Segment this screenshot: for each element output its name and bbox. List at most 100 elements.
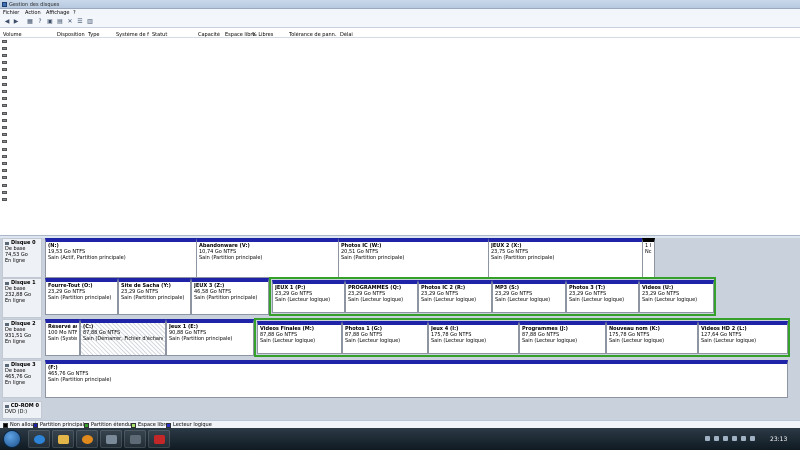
- volume-icon: [2, 97, 7, 101]
- back-icon[interactable]: ◀: [3, 18, 11, 26]
- volume-row[interactable]: Abandonware (V:)SimpleDe baseNTFSSain (P…: [0, 61, 360, 68]
- partition-fourre-tout[interactable]: Fourre-Tout (O:) 23,29 Go NTFS Sain (Par…: [45, 278, 118, 315]
- cdrom-0-label[interactable]: CD-ROM 0 DVD (D:): [2, 401, 42, 419]
- tray-app2-icon[interactable]: [750, 436, 755, 441]
- partition-n[interactable]: (N:) 19,53 Go NTFS Sain (Actif, Partitio…: [45, 238, 197, 278]
- disk-status: En ligne: [5, 380, 26, 386]
- tray-flag-icon[interactable]: [732, 436, 737, 441]
- volume-row[interactable]: JEUX 2 (X:)SimpleDe baseNTFSSain (Partit…: [0, 89, 360, 96]
- col-type[interactable]: Type: [88, 32, 113, 38]
- disk-1-label[interactable]: Disque 1 De base 232,88 Go En ligne: [2, 278, 42, 318]
- volume-row[interactable]: Fourre-Tout (O:)SimpleDe baseNTFSSain (P…: [0, 68, 360, 75]
- volume-row[interactable]: Nouveau nom (K:)SimpleDe baseNTFSSain (L…: [0, 118, 360, 125]
- volume-row[interactable]: Programmes (H:)SimpleDe baseNTFSSain (Le…: [0, 154, 360, 161]
- tray-app-icon[interactable]: [741, 436, 746, 441]
- partition-f[interactable]: (F:) 465,76 Go NTFS Sain (Partition prin…: [45, 360, 788, 398]
- forward-icon[interactable]: ▶: [12, 18, 20, 26]
- partition-jeux-1-p[interactable]: JEUX 1 (P:) 23,29 Go NTFS Sain (Lecteur …: [272, 280, 345, 313]
- partition-photos-3[interactable]: Photos 3 (T:) 23,29 Go NTFS Sain (Lecteu…: [566, 280, 639, 313]
- col-fault-tolerance[interactable]: Tolérance de pann...: [289, 32, 337, 38]
- partition-c[interactable]: (C:) 87,88 Go NTFS Sain (Démarrer, Fichi…: [80, 319, 166, 356]
- refresh-icon[interactable]: ▤: [56, 18, 64, 26]
- up-icon[interactable]: ▦: [26, 18, 34, 26]
- taskbar-app-button[interactable]: [100, 430, 122, 448]
- partition-photos-1[interactable]: Photos 1 (G:) 87,88 Go NTFS Sain (Lecteu…: [342, 321, 428, 354]
- taskbar-app2-button[interactable]: [124, 430, 146, 448]
- partition-photos-ic-2[interactable]: Photos IC 2 (R:) 23,29 Go NTFS Sain (Lec…: [418, 280, 492, 313]
- tray-volume-icon[interactable]: [723, 436, 728, 441]
- col-disposition[interactable]: Disposition: [57, 32, 85, 38]
- volume-row[interactable]: (C:)SimpleDe baseNTFSSain (Déma...87,88 …: [0, 39, 360, 46]
- partition-reserved[interactable]: Réservé au s 100 Mo NTFS Sain (Systèm: [45, 319, 80, 356]
- taskbar-explorer-button[interactable]: [52, 430, 74, 448]
- partition-videos-hd-2[interactable]: Videos HD 2 (L:) 127,64 Go NTFS Sain (Le…: [698, 321, 788, 354]
- volume-icon: [2, 104, 7, 108]
- volume-row[interactable]: PROGRAMMES (Q:)SimpleDe baseNTFSSain (Le…: [0, 161, 360, 168]
- settings-icon[interactable]: ▥: [86, 18, 94, 26]
- col-filesystem[interactable]: Système de fichiers: [116, 32, 149, 38]
- volume-row[interactable]: JEUX 1 (P:)SimpleDe baseNTFSSain (Lecte.…: [0, 82, 360, 89]
- folder-icon: [58, 435, 69, 444]
- delete-icon[interactable]: ✕: [66, 18, 74, 26]
- partition-status: Sain (Lecteur logique): [609, 338, 665, 344]
- disk-0-label[interactable]: Disque 0 De base 74,53 Go En ligne: [2, 238, 42, 278]
- clock[interactable]: 23:13: [770, 436, 787, 443]
- unallocated-space[interactable]: 1 I Nc: [642, 238, 655, 278]
- partition-status: Sain (Lecteur logique): [569, 297, 625, 303]
- volume-icon: [2, 89, 7, 93]
- volume-icon: [2, 68, 7, 72]
- ie-icon: [34, 435, 45, 444]
- volume-row[interactable]: (F:)SimpleDe baseNTFSSain (Partiti...465…: [0, 46, 360, 53]
- col-overhead[interactable]: Délai: [340, 32, 360, 38]
- partition-status: Sain (Partition principale): [169, 336, 233, 342]
- app2-icon: [130, 435, 141, 444]
- volume-row[interactable]: Jeux 1 (E:)SimpleDe baseNTFSSain (Partit…: [0, 75, 360, 82]
- col-status[interactable]: Statut: [152, 32, 182, 38]
- col-capacity[interactable]: Capacité: [198, 32, 228, 38]
- partition-programmes-q[interactable]: PROGRAMMES (Q:) 23,29 Go NTFS Sain (Lect…: [345, 280, 418, 313]
- volume-row[interactable]: Photos IC (W:)SimpleDe baseNTFSSain (Par…: [0, 140, 360, 147]
- taskbar-ie-button[interactable]: [28, 430, 50, 448]
- volume-row[interactable]: Videos (U:)SimpleDe baseNTFSSain (Lecte.…: [0, 183, 360, 190]
- volume-row[interactable]: Site de Sacha (Y:)SimpleDe baseNTFSSain …: [0, 176, 360, 183]
- volume-row[interactable]: Photos 3 (T:)SimpleDe baseNTFSSain (Lect…: [0, 133, 360, 140]
- app-icon: [106, 435, 117, 444]
- list-icon[interactable]: ☰: [76, 18, 84, 26]
- partition-status: Sain (Systèm: [48, 336, 77, 342]
- volume-row[interactable]: Videos HD 2 (L:)SimpleDe baseNTFSSain (L…: [0, 197, 360, 204]
- partition-site-de-sacha[interactable]: Site de Sacha (Y:) 23,29 Go NTFS Sain (P…: [118, 278, 191, 315]
- tray-arrow-icon[interactable]: [705, 436, 710, 441]
- start-button[interactable]: [3, 430, 21, 448]
- partition-jeux-4[interactable]: Jeux 4 (I:) 175,78 Go NTFS Sain (Lecteur…: [428, 321, 519, 354]
- partition-mp3[interactable]: MP3 (S:) 23,29 Go NTFS Sain (Lecteur log…: [492, 280, 566, 313]
- partition-jeux-1-e[interactable]: Jeux 1 (E:) 90,88 Go NTFS Sain (Partitio…: [166, 319, 254, 356]
- partition-jeux-2[interactable]: JEUX 2 (X:) 23,75 Go NTFS Sain (Partitio…: [488, 238, 643, 278]
- tray-network-icon[interactable]: [714, 436, 719, 441]
- partition-jeux-3[interactable]: JEUX 3 (Z:) 46,58 Go NTFS Sain (Partitio…: [191, 278, 269, 315]
- col-volume[interactable]: Volume: [3, 32, 53, 38]
- help-icon[interactable]: ?: [36, 18, 44, 26]
- taskbar-media-button[interactable]: [76, 430, 98, 448]
- volume-row[interactable]: MP3 (S:)SimpleDe baseNTFSSain (Lecte...2…: [0, 111, 360, 118]
- volume-row[interactable]: JEUX 3 (Z:)SimpleDe baseNTFSSain (Partit…: [0, 97, 360, 104]
- disk-3-label[interactable]: Disque 3 De base 465,76 Go En ligne: [2, 360, 42, 398]
- partition-videos-finales[interactable]: Videos Finales (M:) 87,88 Go NTFS Sain (…: [257, 321, 342, 354]
- partition-abandonware[interactable]: Abandonware (V:) 10,74 Go NTFS Sain (Par…: [196, 238, 339, 278]
- volume-row[interactable]: Photos 1 (G:)SimpleDe baseNTFSSain (Lect…: [0, 125, 360, 132]
- col-free-percent[interactable]: % Libres: [252, 32, 285, 38]
- volume-row[interactable]: (N:)SimpleDe baseNTFSSain (Actif, ...19,…: [0, 53, 360, 60]
- volume-row[interactable]: Photos IC 2 (R:)SimpleDe baseNTFSSain (L…: [0, 147, 360, 154]
- partition-programmes-j[interactable]: Programmes (J:) 87,88 Go NTFS Sain (Lect…: [519, 321, 606, 354]
- volume-row[interactable]: Jeux 4 (K:)SimpleDe baseNTFSSain (Lecte.…: [0, 104, 360, 111]
- disk-icon: [5, 241, 9, 245]
- partition-videos-u[interactable]: Videos (U:) 23,29 Go NTFS Sain (Lecteur …: [639, 280, 714, 313]
- col-free-space[interactable]: Espace libre: [225, 32, 255, 38]
- partition-status: Sain (Lecteur logique): [431, 338, 487, 344]
- partition-nouveau-nom[interactable]: Nouveau nom (K:) 175,78 Go NTFS Sain (Le…: [606, 321, 698, 354]
- volume-row[interactable]: Réservé au systèmeSimpleDe baseNTFSSain …: [0, 169, 360, 176]
- properties-icon[interactable]: ▣: [46, 18, 54, 26]
- taskbar-pdf-button[interactable]: [148, 430, 170, 448]
- partition-photos-ic[interactable]: Photos IC (W:) 20,51 Go NTFS Sain (Parti…: [338, 238, 489, 278]
- volume-row[interactable]: Videos Finales (M:)SimpleDe baseNTFSSain…: [0, 190, 360, 197]
- disk-2-label[interactable]: Disque 2 De base 931,51 Go En ligne: [2, 319, 42, 359]
